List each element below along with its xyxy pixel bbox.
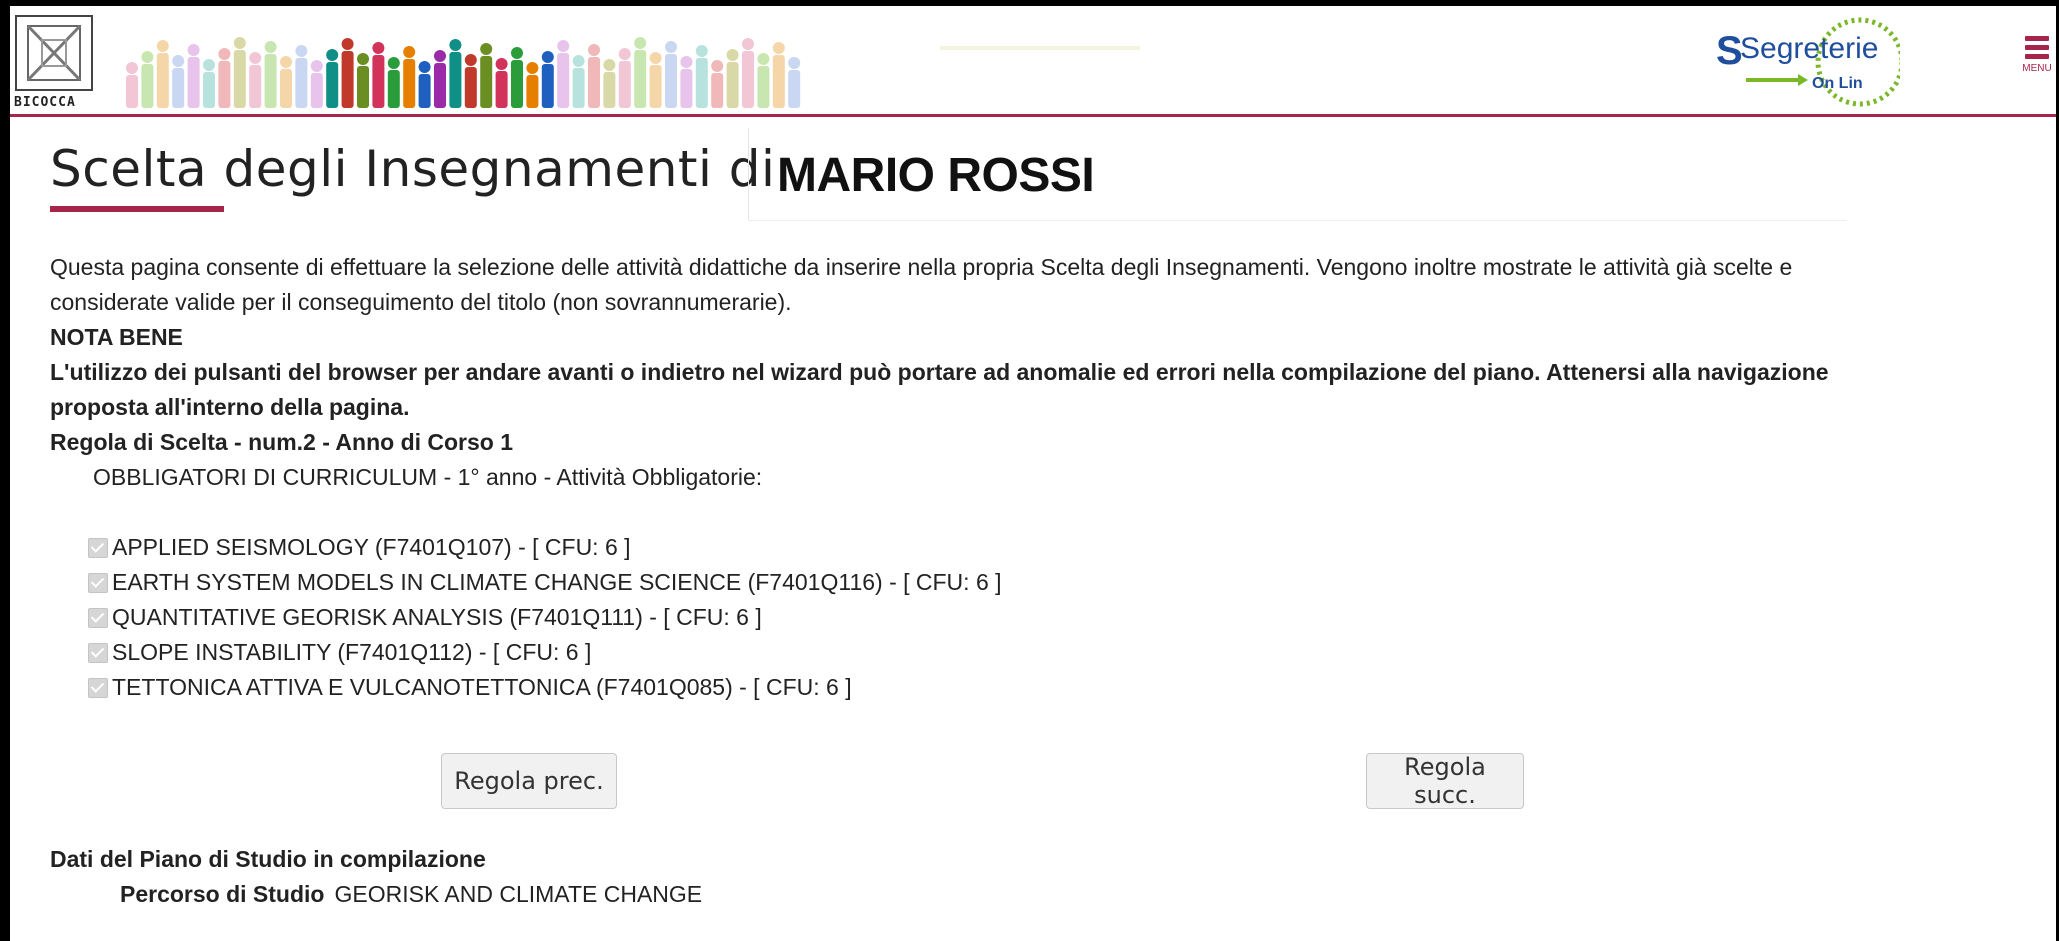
summary-heading: Dati del Piano di Studio in compilazione — [50, 846, 486, 872]
student-name: MARIO ROSSI — [777, 149, 1095, 202]
nota-bene-text: L'utilizzo dei pulsanti del browser per … — [50, 359, 1829, 420]
intro-text: Questa pagina consente di effettuare la … — [50, 254, 1793, 315]
university-seal-icon — [15, 15, 93, 91]
activity-item: QUANTITATIVE GEORISK ANALYSIS (F7401Q111… — [88, 600, 1850, 635]
activity-checkbox[interactable] — [88, 607, 108, 628]
next-rule-button[interactable]: Regola succ. — [1366, 753, 1524, 809]
activity-checkbox[interactable] — [88, 642, 108, 663]
activity-item: EARTH SYSTEM MODELS IN CLIMATE CHANGE SC… — [88, 565, 1850, 600]
university-logo-text: BICOCCA — [14, 95, 76, 110]
rule-group-label: OBBLIGATORI DI CURRICULUM - 1° anno - At… — [93, 464, 763, 490]
activity-label: APPLIED SEISMOLOGY (F7401Q107) - [ CFU: … — [112, 534, 631, 560]
main-content: Questa pagina consente di effettuare la … — [50, 250, 1850, 705]
activity-checkbox[interactable] — [88, 572, 108, 593]
hamburger-icon — [2015, 36, 2059, 59]
activity-checkbox[interactable] — [88, 537, 108, 558]
segreterie-online-logo-icon: S Segreterie On Lin — [1716, 17, 1905, 107]
svg-text:Segreterie: Segreterie — [1740, 32, 1878, 65]
people-banner-image — [126, 37, 801, 108]
menu-button[interactable]: MENU — [2015, 36, 2059, 98]
percorso-label: Percorso di Studio — [120, 881, 325, 907]
activity-item: SLOPE INSTABILITY (F7401Q112) - [ CFU: 6… — [88, 635, 1850, 670]
activity-checkbox[interactable] — [88, 677, 108, 698]
page-title: Scelta degli Insegnamenti di: — [50, 140, 793, 198]
previous-rule-button[interactable]: Regola prec. — [441, 753, 617, 809]
activity-label: TETTONICA ATTIVA E VULCANOTETTONICA (F74… — [112, 674, 852, 700]
page-title-row: Scelta degli Insegnamenti di: MARIO ROSS… — [50, 128, 1850, 228]
menu-label: MENU — [2022, 63, 2052, 74]
rule-heading: Regola di Scelta - num.2 - Anno di Corso… — [50, 429, 514, 455]
site-header: BICOCCA S Segreterie On Lin MENU — [10, 6, 2056, 117]
title-underline — [50, 206, 224, 212]
activity-label: SLOPE INSTABILITY (F7401Q112) - [ CFU: 6… — [112, 639, 592, 665]
activity-label: QUANTITATIVE GEORISK ANALYSIS (F7401Q111… — [112, 604, 762, 630]
study-plan-summary: Dati del Piano di Studio in compilazione… — [50, 842, 702, 912]
activity-item: APPLIED SEISMOLOGY (F7401Q107) - [ CFU: … — [88, 530, 1850, 565]
university-logo[interactable]: BICOCCA — [14, 14, 94, 110]
activity-item: TETTONICA ATTIVA E VULCANOTETTONICA (F74… — [88, 670, 1850, 705]
svg-text:On Lin: On Lin — [1812, 75, 1863, 92]
header-divider — [940, 46, 1140, 50]
activity-list: APPLIED SEISMOLOGY (F7401Q107) - [ CFU: … — [88, 530, 1850, 705]
nota-bene-title: NOTA BENE — [50, 324, 183, 350]
student-name-box: MARIO ROSSI — [748, 128, 1847, 221]
segreterie-online-logo[interactable]: S Segreterie On Lin — [1710, 14, 1905, 110]
activity-label: EARTH SYSTEM MODELS IN CLIMATE CHANGE SC… — [112, 569, 1002, 595]
svg-text:S: S — [1716, 29, 1743, 73]
summary-row-percorso: Percorso di Studio GEORISK AND CLIMATE CH… — [50, 877, 702, 912]
percorso-value: GEORISK AND CLIMATE CHANGE — [334, 881, 703, 907]
